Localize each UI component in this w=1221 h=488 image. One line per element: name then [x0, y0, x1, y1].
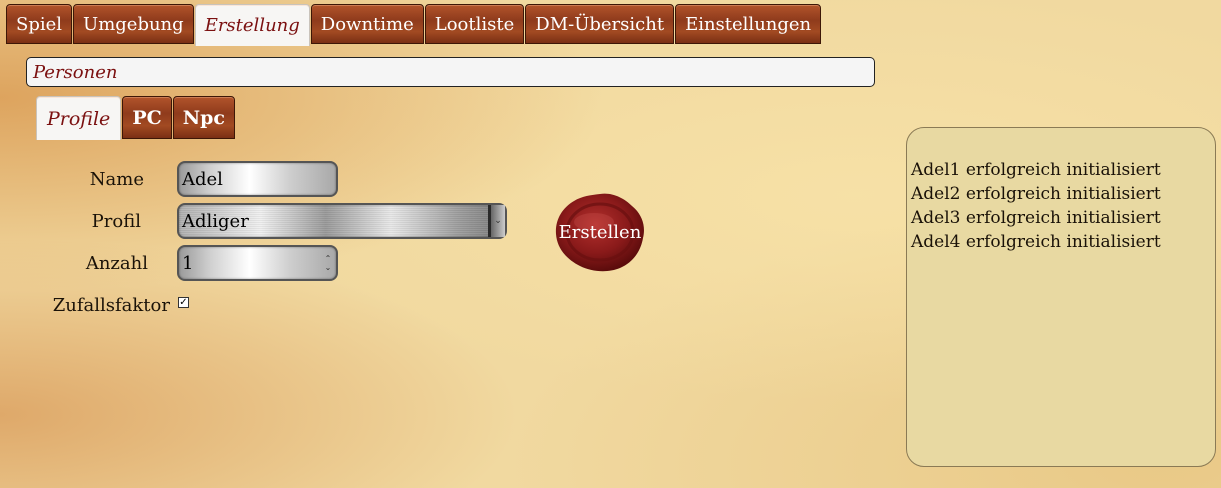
erstellen-button[interactable]: Erstellen	[554, 192, 646, 272]
section-header-personen[interactable]: Personen	[26, 57, 875, 87]
log-line: Adel1 erfolgreich initialisiert	[911, 160, 1161, 180]
name-input[interactable]: Adel	[177, 161, 338, 197]
profil-select-value: Adliger	[182, 210, 249, 232]
profil-label: Profil	[91, 211, 141, 232]
tab-erstellung[interactable]: Erstellung	[194, 4, 310, 46]
log-line: Adel3 erfolgreich initialisiert	[911, 208, 1161, 228]
log-panel: Adel1 erfolgreich initialisiert Adel2 er…	[906, 127, 1216, 467]
sub-tab-bar: Profile PC Npc	[36, 96, 236, 140]
tab-dm-uebersicht[interactable]: DM-Übersicht	[525, 4, 675, 44]
chevron-down-icon[interactable]: ⌄	[488, 205, 505, 237]
tab-einstellungen[interactable]: Einstellungen	[675, 4, 822, 44]
spinner-icon[interactable]: ⌃ ⌄	[323, 249, 333, 277]
subtab-profile[interactable]: Profile	[36, 96, 122, 140]
tab-downtime[interactable]: Downtime	[310, 4, 424, 44]
profil-select[interactable]: Adliger ⌄	[177, 203, 507, 239]
section-title: Personen	[33, 61, 118, 83]
zufallsfaktor-label: Zufallsfaktor	[52, 295, 170, 316]
anzahl-label: Anzahl	[85, 253, 148, 274]
tab-umgebung[interactable]: Umgebung	[73, 4, 194, 44]
zufallsfaktor-checkbox[interactable]: ✓	[178, 297, 189, 308]
subtab-npc[interactable]: Npc	[172, 96, 235, 139]
erstellen-label: Erstellen	[558, 221, 642, 243]
tab-spiel[interactable]: Spiel	[6, 4, 73, 44]
name-input-value: Adel	[182, 168, 223, 190]
anzahl-number-input[interactable]: 1 ⌃ ⌄	[177, 245, 338, 281]
log-line: Adel4 erfolgreich initialisiert	[911, 232, 1161, 252]
log-line: Adel2 erfolgreich initialisiert	[911, 184, 1161, 204]
tab-lootliste[interactable]: Lootliste	[424, 4, 525, 44]
anzahl-input-value: 1	[182, 252, 194, 274]
name-label: Name	[89, 169, 144, 190]
subtab-pc[interactable]: PC	[122, 96, 172, 139]
main-tab-bar: Spiel Umgebung Erstellung Downtime Lootl…	[6, 4, 822, 46]
